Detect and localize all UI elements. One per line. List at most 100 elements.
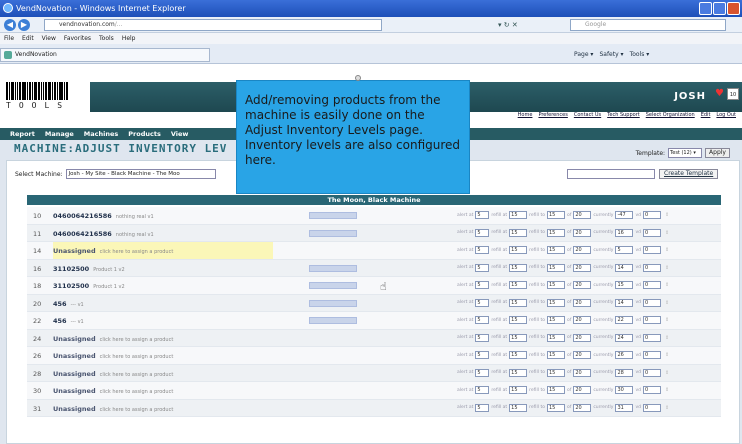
alert-input[interactable]: 5 — [475, 263, 490, 272]
refill-input[interactable]: 15 — [509, 298, 528, 307]
current-input[interactable]: 24 — [615, 333, 634, 342]
current-input[interactable]: -47 — [615, 211, 634, 219]
command-item[interactable]: Tools ▾ — [630, 51, 650, 58]
vd-input[interactable]: 0 — [643, 228, 661, 237]
product-cell[interactable]: 456 --- v1 — [53, 295, 273, 312]
of-input[interactable]: 20 — [573, 368, 592, 377]
vd-input[interactable]: 0 — [643, 403, 661, 412]
of-input[interactable]: 20 — [573, 228, 592, 237]
row-arrows-icon[interactable]: ⇕ — [665, 317, 669, 323]
product-cell[interactable]: Unassigned click here to assign a product — [53, 330, 273, 347]
top-link[interactable]: Log Out — [716, 112, 736, 118]
refill-input[interactable]: 15 — [509, 246, 528, 254]
top-link[interactable]: Home — [518, 112, 533, 118]
refill-input[interactable]: 15 — [509, 386, 528, 394]
maximize-button[interactable] — [713, 2, 726, 15]
product-cell[interactable]: 31102500 Product 1 v2 — [53, 260, 273, 277]
refill_to-input[interactable]: 15 — [546, 263, 565, 272]
browser-tab[interactable]: VendNovation — [0, 48, 210, 62]
close-button[interactable] — [727, 2, 740, 15]
refill-input[interactable]: 15 — [509, 228, 528, 237]
template-select[interactable]: Test (12) ▾ — [668, 148, 703, 158]
product-code[interactable]: Unassigned — [53, 370, 96, 378]
product-code[interactable]: 31102500 — [53, 265, 89, 273]
menu-item[interactable]: Favorites — [64, 35, 91, 42]
machine-select[interactable]: Josh - My Site - Black Machine - The Moo — [65, 169, 216, 179]
row-arrows-icon[interactable]: ⇕ — [665, 265, 669, 271]
row-arrows-icon[interactable]: ⇕ — [665, 335, 669, 341]
product-code[interactable]: Unassigned — [53, 387, 96, 395]
of-input[interactable]: 20 — [573, 403, 592, 412]
apply-button[interactable]: Apply — [705, 148, 730, 158]
of-input[interactable]: 20 — [573, 246, 592, 254]
of-input[interactable]: 20 — [573, 263, 592, 272]
current-input[interactable]: 14 — [615, 263, 634, 272]
template-name-input[interactable] — [567, 169, 655, 179]
alert-input[interactable]: 5 — [475, 298, 490, 307]
row-arrows-icon[interactable]: ⇕ — [665, 370, 669, 376]
back-arrow-icon[interactable]: ◀ — [4, 19, 16, 31]
product-code[interactable]: Unassigned — [53, 352, 96, 360]
alert-input[interactable]: 5 — [475, 333, 490, 342]
product-code[interactable]: Unassigned — [53, 335, 96, 343]
tools-logo[interactable]: TOOLS — [6, 82, 86, 112]
of-input[interactable]: 20 — [573, 316, 592, 324]
product-cell[interactable]: Unassigned click here to assign a product — [53, 365, 273, 382]
current-input[interactable]: 30 — [615, 386, 634, 394]
vd-input[interactable]: 0 — [643, 386, 661, 394]
of-input[interactable]: 20 — [573, 333, 592, 342]
product-cell[interactable]: 456 --- v1 — [53, 312, 273, 329]
of-input[interactable]: 20 — [573, 211, 592, 219]
alert-input[interactable]: 5 — [475, 351, 490, 359]
menu-item[interactable]: File — [4, 35, 14, 42]
of-input[interactable]: 20 — [573, 298, 592, 307]
refill_to-input[interactable]: 15 — [546, 211, 565, 219]
alert-input[interactable]: 5 — [475, 246, 490, 254]
nav-item[interactable]: Manage — [45, 130, 74, 138]
current-input[interactable]: 15 — [615, 281, 634, 289]
create-template-button[interactable]: Create Template — [659, 169, 719, 179]
refill_to-input[interactable]: 15 — [546, 316, 565, 324]
vd-input[interactable]: 0 — [643, 316, 661, 324]
vd-input[interactable]: 0 — [643, 281, 661, 289]
refresh-stop-icons[interactable]: ▾ ↻ ✕ — [498, 19, 558, 31]
row-arrows-icon[interactable]: ⇕ — [665, 300, 669, 306]
product-cell[interactable]: 0460064216586 nothing real v1 — [53, 225, 273, 242]
top-link[interactable]: Preferences — [538, 112, 567, 118]
status-tag[interactable] — [309, 229, 357, 237]
refill_to-input[interactable]: 15 — [546, 368, 565, 377]
product-code[interactable]: 456 — [53, 300, 67, 308]
refill-input[interactable]: 15 — [509, 281, 528, 289]
current-input[interactable]: 14 — [615, 298, 634, 307]
nav-item[interactable]: Report — [10, 130, 35, 138]
search-input[interactable]: Google — [570, 19, 726, 31]
status-tag[interactable] — [309, 317, 357, 324]
of-input[interactable]: 20 — [573, 386, 592, 394]
product-code[interactable]: Unassigned — [53, 247, 96, 255]
product-cell[interactable]: Unassigned click here to assign a product — [53, 400, 273, 417]
refill_to-input[interactable]: 15 — [546, 351, 565, 359]
minimize-button[interactable] — [699, 2, 712, 15]
top-link[interactable]: Select Organization — [646, 112, 695, 118]
refill_to-input[interactable]: 15 — [546, 333, 565, 342]
status-tag[interactable] — [309, 212, 357, 219]
top-link[interactable]: Tech Support — [607, 112, 640, 118]
status-tag[interactable] — [309, 299, 357, 307]
refill_to-input[interactable]: 15 — [546, 386, 565, 394]
nav-item[interactable]: Machines — [84, 130, 118, 138]
product-cell[interactable]: 0460064216586 nothing real v1 — [53, 207, 273, 224]
nav-item[interactable]: View — [171, 130, 189, 138]
alert-input[interactable]: 5 — [475, 368, 490, 377]
row-arrows-icon[interactable]: ⇕ — [665, 405, 669, 411]
current-input[interactable]: 31 — [615, 403, 634, 412]
menu-item[interactable]: Tools — [99, 35, 114, 42]
top-link[interactable]: Edit — [701, 112, 711, 118]
product-code[interactable]: 0460064216586 — [53, 230, 112, 238]
refill_to-input[interactable]: 15 — [546, 281, 565, 289]
row-arrows-icon[interactable]: ⇕ — [665, 352, 669, 358]
current-input[interactable]: 5 — [615, 246, 634, 254]
alert-input[interactable]: 5 — [475, 316, 490, 324]
vd-input[interactable]: 0 — [643, 368, 661, 377]
product-cell[interactable]: 31102500 Product 1 v2 — [53, 277, 273, 294]
top-link[interactable]: Contact Us — [574, 112, 601, 118]
